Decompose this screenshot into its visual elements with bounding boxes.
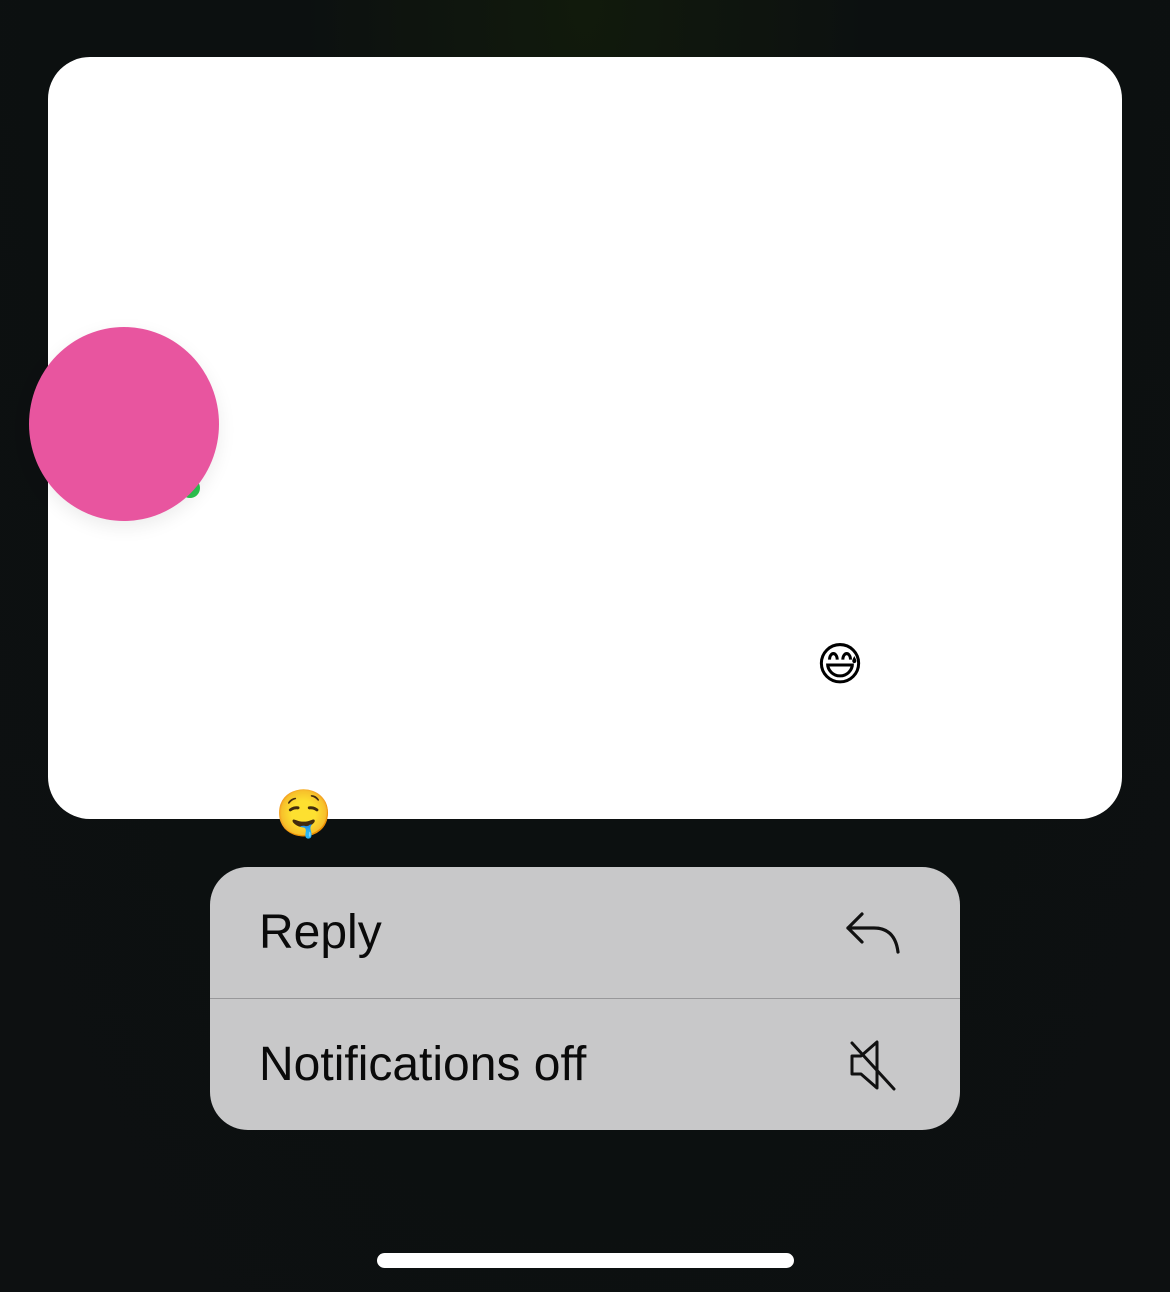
- context-menu: Reply Notifications off: [210, 867, 960, 1130]
- home-indicator[interactable]: [377, 1253, 794, 1268]
- screen: 😅 🤤 Reply Notifications off: [0, 0, 1170, 1292]
- notifications-off-label: Notifications off: [259, 1038, 587, 1091]
- reply-menu-item[interactable]: Reply: [210, 867, 960, 998]
- avatar[interactable]: [29, 327, 219, 521]
- reply-label: Reply: [259, 906, 382, 959]
- grinning-sweat-emoji: 😅: [816, 637, 864, 691]
- notifications-off-menu-item[interactable]: Notifications off: [210, 998, 960, 1130]
- speaker-muted-icon: [840, 1033, 904, 1097]
- drooling-face-emoji: 🤤: [275, 786, 333, 840]
- reply-arrow-icon: [840, 901, 904, 965]
